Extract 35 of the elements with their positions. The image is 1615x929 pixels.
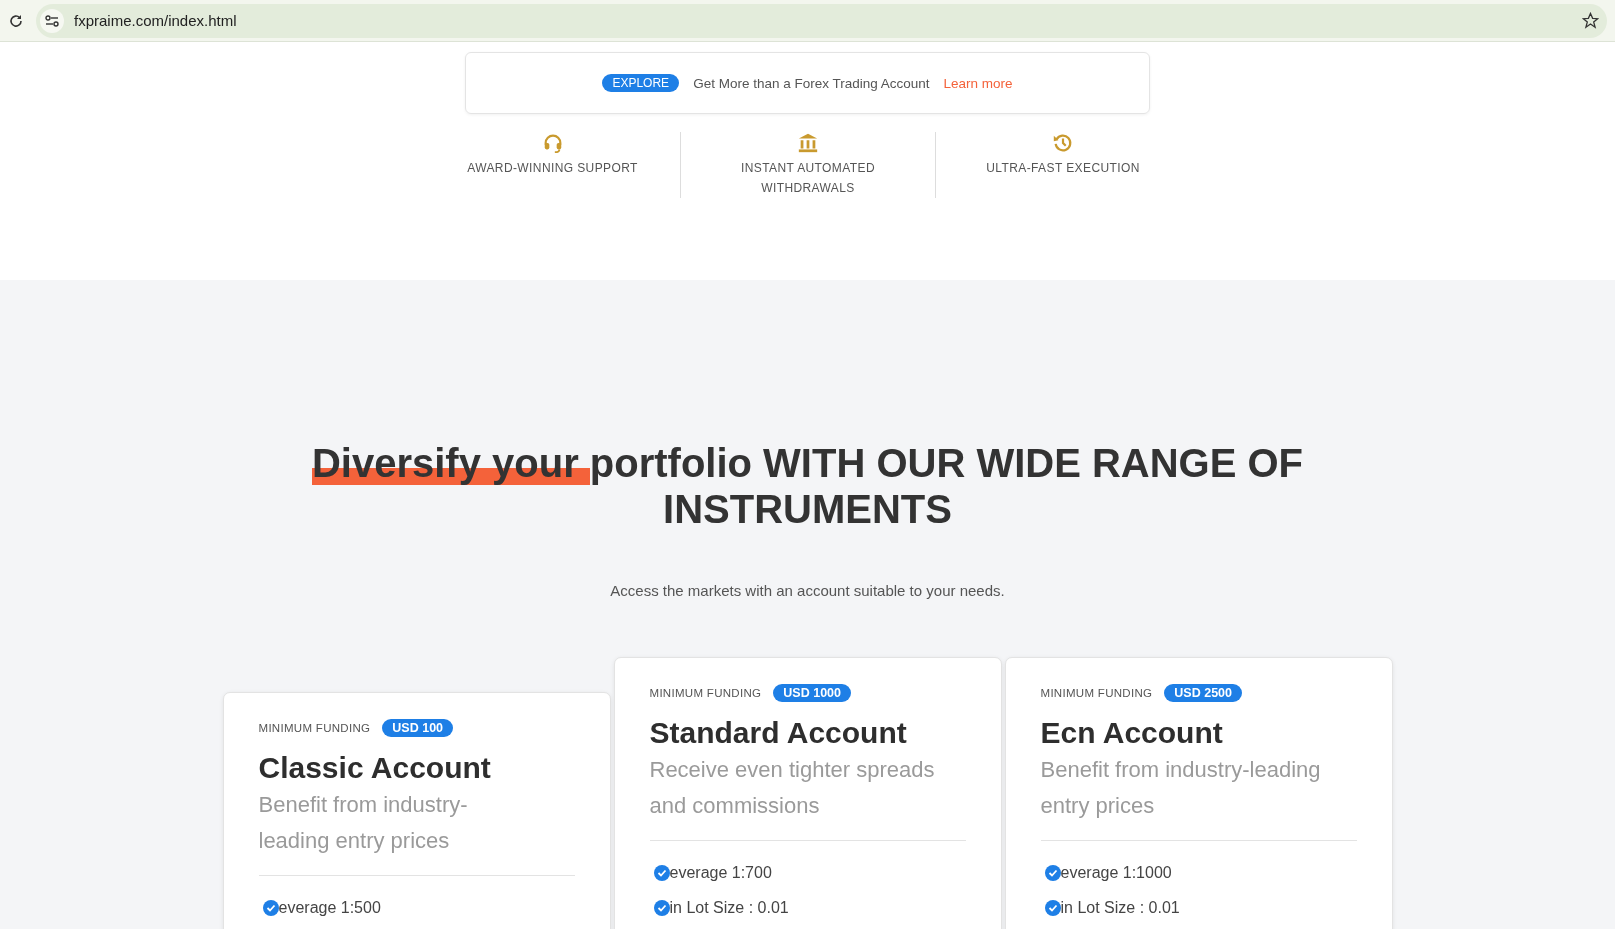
account-feature: in Lot Size : 0.01 — [1060, 898, 1180, 917]
check-icon — [1044, 899, 1061, 916]
funding-badge: USD 1000 — [773, 684, 851, 702]
bank-icon — [797, 132, 819, 154]
account-feature: everage 1:700 — [669, 863, 772, 882]
funding-badge: USD 2500 — [1164, 684, 1242, 702]
check-icon — [653, 864, 670, 881]
funding-label: MINIMUM FUNDING — [1040, 687, 1153, 699]
account-feature: everage 1:1000 — [1060, 863, 1172, 882]
funding-label: MINIMUM FUNDING — [649, 687, 762, 699]
url-text: fxpraime.com/index.html — [74, 12, 238, 29]
account-title: Ecn Account — [1040, 716, 1224, 750]
check-icon — [1044, 864, 1061, 881]
check-icon — [262, 899, 279, 916]
explore-badge: EXPLORE — [602, 74, 680, 92]
address-bar[interactable]: fxpraime.com/index.html — [36, 3, 1607, 38]
feature-label: INSTANT AUTOMATED WITHDRAWALS — [740, 160, 876, 197]
promo-text: Get More than a Forex Trading Account — [693, 75, 930, 91]
account-feature: in Lot Size : 0.01 — [669, 898, 789, 917]
account-description: Receive even tighter spreads and commissions — [649, 756, 936, 820]
account-feature: everage 1:500 — [278, 898, 381, 917]
bookmark-star-icon[interactable] — [1582, 12, 1599, 29]
account-description: Benefit from industry-leading entry prices — [258, 791, 469, 855]
check-icon — [653, 899, 670, 916]
feature-label: ULTRA-FAST EXECUTION — [986, 160, 1140, 177]
funding-badge: USD 100 — [382, 719, 454, 737]
history-icon — [1052, 132, 1074, 154]
reload-icon[interactable] — [8, 12, 24, 29]
section-subtitle: Access the markets with an account suitable to your needs. — [610, 582, 1005, 599]
account-description: Benefit from industry-leading entry prices — [1040, 756, 1322, 820]
site-settings-icon[interactable] — [45, 14, 59, 27]
account-title: Standard Account — [649, 716, 908, 750]
feature-label: AWARD-WINNING SUPPORT — [467, 160, 638, 177]
account-title: Classic Account — [258, 751, 492, 785]
funding-label: MINIMUM FUNDING — [258, 722, 371, 734]
